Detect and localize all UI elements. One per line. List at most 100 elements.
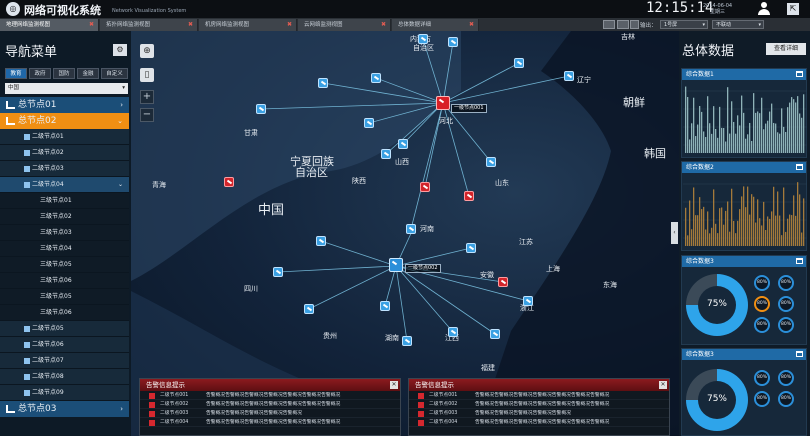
window-icon[interactable]	[796, 164, 803, 170]
network-node[interactable]	[448, 327, 458, 337]
network-node[interactable]	[304, 304, 314, 314]
close-icon[interactable]: ✖	[381, 19, 386, 31]
close-icon[interactable]: ✖	[469, 19, 474, 31]
nav-third-node[interactable]: 三级节点02	[0, 209, 129, 225]
network-node[interactable]	[486, 157, 496, 167]
hub-node-002[interactable]	[389, 258, 403, 272]
network-node[interactable]	[418, 34, 428, 44]
window-icon[interactable]	[796, 258, 803, 264]
nav-third-node[interactable]: 三级节点05	[0, 257, 129, 273]
close-icon[interactable]: ✕	[659, 381, 667, 389]
network-node[interactable]	[402, 336, 412, 346]
globe-icon[interactable]: ⊕	[140, 44, 154, 58]
network-node[interactable]	[406, 224, 416, 234]
category-finance[interactable]: 金融	[77, 68, 99, 79]
window-icon[interactable]	[796, 71, 803, 77]
close-icon[interactable]: ✖	[89, 19, 94, 31]
alarm-node[interactable]	[224, 177, 234, 187]
alarm-node[interactable]	[420, 182, 430, 192]
tab-topology-monitor[interactable]: 拓扑网络监测视图 ✖	[100, 19, 198, 31]
nav-second-node[interactable]: 二级节点07	[0, 353, 129, 369]
alert-row[interactable]: 二级节点002 告警概况告警概况告警概况告警概况告警概况告警概况告警概况	[140, 400, 400, 409]
category-government[interactable]: 政府	[29, 68, 51, 79]
alarm-node[interactable]	[498, 277, 508, 287]
nav-third-node[interactable]: 三级节点05	[0, 289, 129, 305]
network-node[interactable]	[398, 139, 408, 149]
nav-root-node[interactable]: 总节点03 ›	[0, 401, 129, 417]
nav-second-node[interactable]: 二级节点01	[0, 129, 129, 145]
nav-title: 导航菜单	[5, 45, 58, 60]
nav-second-node[interactable]: 二级节点09	[0, 385, 129, 401]
bar	[761, 97, 763, 153]
zoom-in-button[interactable]: +	[140, 90, 154, 104]
next-screen-button[interactable]	[617, 20, 629, 29]
network-node[interactable]	[490, 329, 500, 339]
region-select[interactable]: 中国 ▾	[5, 83, 128, 94]
bar	[719, 106, 721, 153]
nav-third-node[interactable]: 三级节点04	[0, 241, 129, 257]
tab-overall-detail[interactable]: 总体数据详细 ✖	[392, 19, 479, 31]
node-square-icon	[24, 358, 30, 364]
chart-icon	[6, 117, 15, 125]
zoom-out-button[interactable]: −	[140, 108, 154, 122]
network-node[interactable]	[364, 118, 374, 128]
network-node[interactable]	[371, 73, 381, 83]
close-icon[interactable]: ✖	[188, 19, 193, 31]
user-icon[interactable]	[758, 2, 770, 15]
network-node[interactable]	[448, 37, 458, 47]
category-custom[interactable]: 自定义	[101, 68, 128, 79]
alert-row[interactable]: 二级节点001 告警概况告警概况告警概况告警概况告警概况告警概况告警概况	[140, 391, 400, 400]
prev-screen-button[interactable]	[603, 20, 615, 29]
network-node[interactable]	[273, 267, 283, 277]
alert-row[interactable]: 二级节点004 告警概况告警概况告警概况告警概况告警概况告警概况告警概况	[409, 418, 669, 427]
hub-node-001[interactable]	[436, 96, 450, 110]
alert-row[interactable]: 二级节点002 告警概况告警概况告警概况告警概况告警概况告警概况告警概况	[409, 400, 669, 409]
alert-row[interactable]: 二级节点003 告警概况告警概况告警概况告警概况告警概况	[409, 409, 669, 418]
nav-second-node[interactable]: 二级节点06	[0, 337, 129, 353]
layout-button[interactable]	[630, 20, 639, 29]
nav-second-node[interactable]: 二级节点08	[0, 369, 129, 385]
collapse-right-handle[interactable]: ‹	[671, 222, 678, 244]
nav-third-node[interactable]: 三级节点03	[0, 225, 129, 241]
map-canvas[interactable]: ⊕ ▯ + − 内蒙古 自治区 吉林 辽宁 朝鲜 韩国 甘肃 宁夏回族 自治区 …	[131, 31, 679, 436]
tab-label: 拓扑网络监测视图	[106, 22, 151, 28]
exit-button[interactable]: ⇱	[787, 3, 799, 15]
category-defense[interactable]: 国防	[53, 68, 75, 79]
network-node[interactable]	[256, 104, 266, 114]
nav-third-node[interactable]: 三级节点06	[0, 305, 129, 321]
view-detail-button[interactable]: 查看详细	[766, 43, 806, 55]
weekday-text: 星期三	[710, 9, 726, 15]
nav-second-node[interactable]: 二级节点04 ⌄	[0, 177, 129, 193]
network-node[interactable]	[318, 78, 328, 88]
network-node[interactable]	[466, 243, 476, 253]
tab-geo-monitor[interactable]: 地理网络监测视图 ✖	[0, 19, 99, 31]
output-select[interactable]: 1号屏 ▾	[660, 20, 708, 29]
nav-third-node[interactable]: 三级节点01	[0, 193, 129, 209]
close-icon[interactable]: ✕	[390, 381, 398, 389]
close-icon[interactable]: ✖	[287, 19, 292, 31]
network-node[interactable]	[380, 301, 390, 311]
network-node[interactable]	[381, 149, 391, 159]
phone-icon[interactable]: ▯	[140, 68, 154, 82]
network-node[interactable]	[523, 296, 533, 306]
linkage-select[interactable]: 不联动 ▾	[712, 20, 764, 29]
tab-room-monitor[interactable]: 机房网络监测视图 ✖	[199, 19, 297, 31]
nav-second-node[interactable]: 二级节点05	[0, 321, 129, 337]
window-icon[interactable]	[796, 351, 803, 357]
nav-third-node[interactable]: 三级节点06	[0, 273, 129, 289]
gear-icon[interactable]: ⚙	[113, 44, 127, 56]
category-education[interactable]: 教育	[5, 68, 27, 79]
bar	[759, 218, 761, 246]
alert-row[interactable]: 二级节点003 告警概况告警概况告警概况告警概况告警概况	[140, 409, 400, 418]
tab-cloud-monitor[interactable]: 云网络监测视图 ✖	[298, 19, 391, 31]
nav-root-node[interactable]: 总节点02 ⌄	[0, 113, 129, 129]
alert-row[interactable]: 二级节点004 告警概况告警概况告警概况告警概况告警概况告警概况告警概况	[140, 418, 400, 427]
nav-root-node[interactable]: 总节点01 ›	[0, 97, 129, 113]
network-node[interactable]	[514, 58, 524, 68]
network-node[interactable]	[564, 71, 574, 81]
alert-row[interactable]: 二级节点001 告警概况告警概况告警概况告警概况告警概况告警概况告警概况	[409, 391, 669, 400]
nav-second-node[interactable]: 二级节点02	[0, 145, 129, 161]
network-node[interactable]	[316, 236, 326, 246]
alarm-node[interactable]	[464, 191, 474, 201]
nav-second-node[interactable]: 二级节点03	[0, 161, 129, 177]
